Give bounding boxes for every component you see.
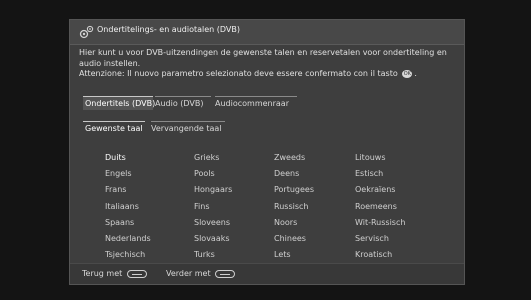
language-option[interactable]: Noors [274, 215, 314, 231]
language-option[interactable]: Slovaaks [194, 231, 232, 247]
back-label: Terug met [82, 269, 123, 278]
gears-icon [79, 25, 94, 39]
description-text: Hier kunt u voor DVB-uitzendingen de gew… [79, 48, 447, 68]
dialog-title: Ondertitelings- en audiotalen (DVB) [97, 25, 240, 34]
language-option[interactable]: Wit-Russisch [355, 215, 405, 231]
language-option[interactable]: Grieks [194, 150, 232, 166]
tab-audio-commentary[interactable]: Audiocommenraar [215, 96, 297, 111]
settings-dialog: Ondertitelings- en audiotalen (DVB) Hier… [69, 19, 465, 285]
language-option[interactable]: Sloveens [194, 215, 232, 231]
language-option[interactable]: Duits [105, 150, 151, 166]
language-option[interactable]: Lets [274, 247, 314, 263]
language-option[interactable]: Oekraïens [355, 182, 405, 198]
language-column: Duits Engels Frans Italiaans Spaans Nede… [105, 150, 151, 263]
language-option[interactable]: Hongaars [194, 182, 232, 198]
fast-forward-key-icon [215, 269, 236, 278]
tab-fallback-language[interactable]: Vervangende taal [151, 121, 225, 136]
language-option[interactable]: Russisch [274, 199, 314, 215]
language-option[interactable]: Servisch [355, 231, 405, 247]
language-option[interactable]: Frans [105, 182, 151, 198]
rewind-key-icon [126, 269, 147, 278]
forward-button[interactable]: Verder met [166, 269, 236, 278]
language-option[interactable]: Fins [194, 199, 232, 215]
language-option[interactable]: Kroatisch [355, 247, 405, 263]
confirm-note-text: Attenzione: Il nuovo parametro seleziona… [79, 69, 398, 78]
forward-label: Verder met [166, 269, 211, 278]
tab-audio[interactable]: Audio (DVB) [155, 96, 211, 111]
confirm-note-end: . [414, 69, 417, 78]
language-option[interactable]: Deens [274, 166, 314, 182]
language-option[interactable]: Turks [194, 247, 232, 263]
language-option[interactable]: Estisch [355, 166, 405, 182]
language-option[interactable]: Litouws [355, 150, 405, 166]
language-option[interactable]: Engels [105, 166, 151, 182]
language-option[interactable]: Italiaans [105, 199, 151, 215]
language-option[interactable]: Pools [194, 166, 232, 182]
tab-preferred-language[interactable]: Gewenste taal [83, 121, 145, 135]
tab-subtitles[interactable]: Ondertitels (DVB) [83, 96, 155, 110]
ok-key-icon: OK [402, 69, 413, 78]
language-column: Grieks Pools Hongaars Fins Sloveens Slov… [194, 150, 232, 263]
language-option[interactable]: Tsjechisch [105, 247, 151, 263]
language-column: Zweeds Deens Portugees Russisch Noors Ch… [274, 150, 314, 263]
language-option[interactable]: Chinees [274, 231, 314, 247]
language-option[interactable]: Roemeens [355, 199, 405, 215]
language-option[interactable]: Nederlands [105, 231, 151, 247]
dialog-footer: Terug met Verder met [70, 263, 464, 284]
language-option[interactable]: Portugees [274, 182, 314, 198]
confirm-note: Attenzione: Il nuovo parametro seleziona… [79, 68, 459, 79]
dialog-header: Ondertitelings- en audiotalen (DVB) [70, 20, 464, 45]
language-column: Litouws Estisch Oekraïens Roemeens Wit-R… [355, 150, 405, 263]
back-button[interactable]: Terug met [82, 269, 147, 278]
language-option[interactable]: Zweeds [274, 150, 314, 166]
language-option[interactable]: Spaans [105, 215, 151, 231]
